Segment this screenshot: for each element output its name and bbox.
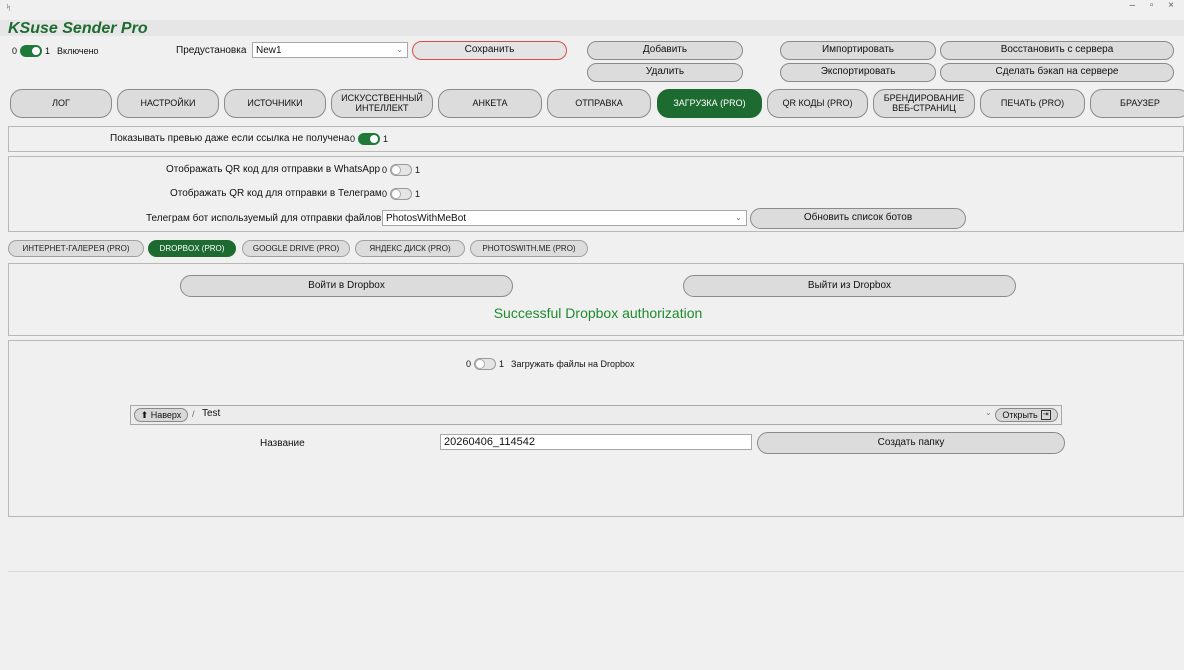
title-bar xyxy=(0,0,1184,20)
toggle-on-label: 1 xyxy=(45,46,51,56)
chevron-down-icon[interactable]: ⌄ xyxy=(985,408,992,417)
preview-label: Показывать превью даже если ссылка не по… xyxy=(110,133,350,144)
add-button[interactable]: Добавить xyxy=(587,41,743,60)
tab-2[interactable]: ИСТОЧНИКИ xyxy=(224,89,326,118)
preset-value: New1 xyxy=(256,44,282,56)
dropbox-auth-panel xyxy=(8,263,1184,336)
toggle-off-label: 0 xyxy=(466,359,472,369)
bot-value: PhotosWithMeBot xyxy=(386,212,467,224)
main-tabs: ЛОГ НАСТРОЙКИ ИСТОЧНИКИ ИСКУССТВЕННЫЙ ИНТЕЛ… xyxy=(0,89,1184,119)
enabled-label: Включено xyxy=(57,46,99,56)
upload-toggle-group[interactable]: 0 1 Загружать файлы на Dropbox xyxy=(466,358,635,370)
tab-0[interactable]: ЛОГ xyxy=(10,89,112,118)
telegram-qr-label: Отображать QR код для отправки в Телегра… xyxy=(170,188,382,199)
preset-label: Предустановка xyxy=(176,45,247,56)
refresh-bots-button[interactable]: Обновить список ботов xyxy=(750,208,966,229)
subtab-4[interactable]: PHOTOSWITH.ME (PRO) xyxy=(470,240,588,257)
subtab-0[interactable]: ИНТЕРНЕТ-ГАЛЕРЕЯ (PRO) xyxy=(8,240,144,257)
tab-10[interactable]: БРАУЗЕР xyxy=(1090,89,1184,118)
title-strip xyxy=(0,20,1184,36)
toggle-on-label: 1 xyxy=(499,359,505,369)
tab-7[interactable]: QR КОДЫ (PRO) xyxy=(767,89,868,118)
restore-button[interactable]: Восстановить с сервера xyxy=(940,41,1174,60)
whatsapp-qr-toggle-group[interactable]: 0 1 xyxy=(382,164,420,176)
empty-area xyxy=(8,517,1184,572)
path-separator: / xyxy=(192,409,195,419)
tab-6[interactable]: ЗАГРУЗКА (PRO) xyxy=(657,89,762,118)
dropbox-logout-button[interactable]: Выйти из Dropbox xyxy=(683,275,1016,297)
enabled-toggle[interactable] xyxy=(20,45,43,57)
import-button[interactable]: Импортировать xyxy=(780,41,936,60)
tab-5[interactable]: ОТПРАВКА xyxy=(547,89,651,118)
auth-status: Successful Dropbox authorization xyxy=(493,305,703,321)
folder-name-input[interactable]: 20260406_114542 xyxy=(440,434,752,450)
toggle-off-label: 0 xyxy=(12,46,18,56)
toggle-on-label: 1 xyxy=(383,134,389,144)
open-button-label: Открыть xyxy=(1002,410,1038,420)
whatsapp-qr-label: Отображать QR код для отправки в WhatsAp… xyxy=(166,164,381,175)
folder-name-label: Название xyxy=(260,438,305,449)
toggle-off-label: 0 xyxy=(382,165,388,175)
telegram-qr-toggle-group[interactable]: 0 1 xyxy=(382,188,420,200)
subtab-2[interactable]: GOOGLE DRIVE (PRO) xyxy=(242,240,350,257)
toggle-off-label: 0 xyxy=(382,189,388,199)
subtab-3[interactable]: ЯНДЕКС ДИСК (PRO) xyxy=(355,240,465,257)
path-bar xyxy=(130,405,1062,425)
save-button[interactable]: Сохранить xyxy=(412,41,567,60)
tab-4[interactable]: АНКЕТА xyxy=(438,89,542,118)
preset-select[interactable]: New1 ⌄ xyxy=(252,42,408,58)
open-button[interactable]: Открыть ⇥ xyxy=(995,408,1058,422)
app-title: KSuse Sender Pro xyxy=(8,20,148,37)
chevron-down-icon: ⌄ xyxy=(396,45,403,55)
create-folder-button[interactable]: Создать папку xyxy=(757,432,1065,454)
whatsapp-qr-toggle[interactable] xyxy=(390,164,413,176)
subtab-1[interactable]: DROPBOX (PRO) xyxy=(148,240,236,257)
backup-button[interactable]: Сделать бэкап на сервере xyxy=(940,63,1174,82)
toggle-off-label: 0 xyxy=(350,134,356,144)
chevron-down-icon: ⌄ xyxy=(735,213,742,223)
tab-1[interactable]: НАСТРОЙКИ xyxy=(117,89,219,118)
telegram-qr-toggle[interactable] xyxy=(390,188,413,200)
enabled-toggle-group[interactable]: 0 1 Включено xyxy=(12,45,99,57)
delete-button[interactable]: Удалить xyxy=(587,63,743,82)
tab-3[interactable]: ИСКУССТВЕННЫЙ ИНТЕЛЛЕКТ xyxy=(331,89,433,118)
upload-toggle[interactable] xyxy=(474,358,497,370)
bot-label: Телеграм бот используемый для отправки ф… xyxy=(146,213,382,224)
path-value[interactable]: Test xyxy=(202,408,220,419)
up-button[interactable]: ⬆ Наверх xyxy=(134,408,188,422)
tab-9[interactable]: ПЕЧАТЬ (PRO) xyxy=(980,89,1085,118)
export-button[interactable]: Экспортировать xyxy=(780,63,936,82)
preview-toggle[interactable] xyxy=(358,133,381,145)
toggle-on-label: 1 xyxy=(415,189,421,199)
preview-toggle-group[interactable]: 0 1 xyxy=(350,133,388,145)
dropbox-login-button[interactable]: Войти в Dropbox xyxy=(180,275,513,297)
window-controls[interactable]: – ▫ × xyxy=(1129,0,1180,11)
sub-tabs: ИНТЕРНЕТ-ГАЛЕРЕЯ (PRO) DROPBOX (PRO) GOOGL… xyxy=(0,240,1184,258)
app-icon: ᛋ xyxy=(6,3,11,12)
bot-select[interactable]: PhotosWithMeBot ⌄ xyxy=(382,210,747,226)
enter-icon: ⇥ xyxy=(1040,410,1051,420)
toggle-on-label: 1 xyxy=(415,165,421,175)
upload-label: Загружать файлы на Dropbox xyxy=(511,359,635,369)
tab-8[interactable]: БРЕНДИРОВАНИЕ ВЕБ-СТРАНИЦ xyxy=(873,89,975,118)
